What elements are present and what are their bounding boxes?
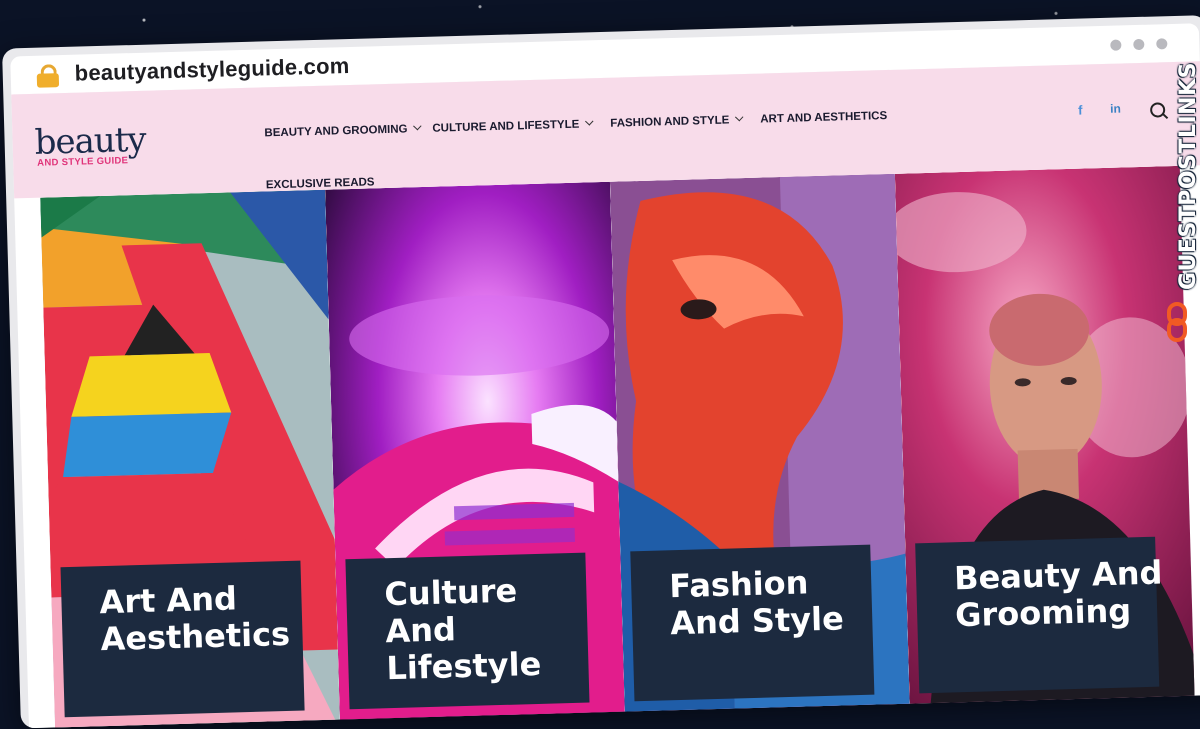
logo-main: beauty — [34, 119, 147, 163]
facebook-icon[interactable]: f — [1078, 103, 1083, 118]
nav-item-culture-and-lifestyle[interactable]: CULTURE AND LIFESTYLE — [432, 117, 594, 135]
watermark-text: GUESTPOSTLINKS — [1176, 62, 1200, 290]
url-text[interactable]: beautyandstyleguide.com — [74, 53, 349, 87]
panel-culture-and-lifestyle[interactable]: Culture And Lifestyle — [325, 181, 626, 729]
link-icon — [1167, 302, 1187, 342]
panel-title-box: Art And Aesthetics — [60, 560, 305, 718]
nav-item-beauty-and-grooming[interactable]: BEAUTY AND GROOMING — [264, 121, 422, 139]
website: beauty AND STYLE GUIDE BEAUTY AND GROOMI… — [11, 61, 1200, 729]
browser-window: beautyandstyleguide.com beauty AND STYLE… — [2, 15, 1200, 729]
linkedin-icon[interactable]: in — [1110, 101, 1121, 115]
panel-beauty-and-grooming[interactable]: Beauty And Grooming — [894, 165, 1195, 714]
panel-title: Art And Aesthetics — [98, 579, 291, 659]
window-dot-icon[interactable] — [1110, 39, 1122, 51]
watermark: GUESTPOSTLINKS — [1160, 40, 1200, 380]
panel-fashion-and-style[interactable]: Fashion And Style — [609, 173, 910, 722]
window-controls — [1098, 36, 1168, 56]
main-nav: BEAUTY AND GROOMING CULTURE AND LIFESTYL… — [264, 89, 984, 191]
panel-title: Fashion And Style — [668, 563, 845, 643]
window-dot-icon[interactable] — [1133, 38, 1145, 51]
panel-title: Beauty And Grooming — [953, 553, 1163, 635]
lock-icon — [36, 64, 60, 88]
chevron-down-icon — [584, 117, 594, 126]
chevron-down-icon — [735, 112, 744, 122]
nav-item-art-and-aesthetics[interactable]: ART AND AESTHETICS — [760, 110, 887, 126]
panel-art-and-aesthetics[interactable]: Art And Aesthetics — [40, 189, 341, 729]
chevron-down-icon — [413, 121, 422, 131]
panel-title-box: Fashion And Style — [630, 544, 875, 702]
panel-title-box: Culture And Lifestyle — [345, 552, 590, 710]
nav-item-fashion-and-style[interactable]: FASHION AND STYLE — [610, 112, 744, 130]
category-panels: Art And Aesthetics Culture And Lifestyle… — [40, 165, 1200, 729]
site-logo[interactable]: beauty AND STYLE GUIDE — [34, 119, 147, 169]
